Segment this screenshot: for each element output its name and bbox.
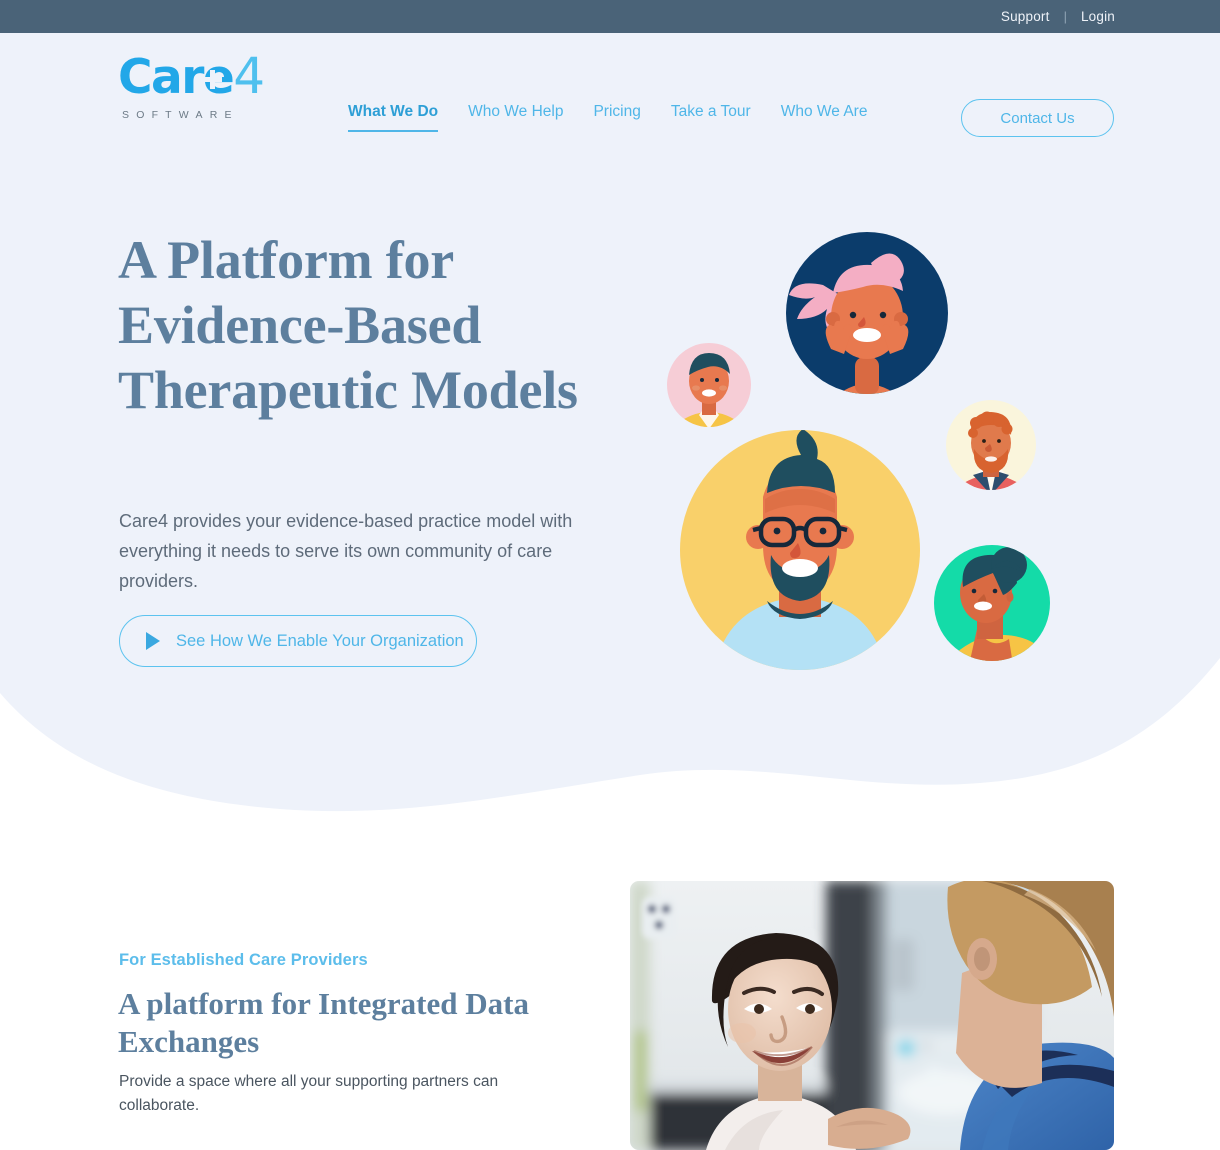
avatar-yellow-shirt-small <box>667 343 751 427</box>
hero-title: A Platform for Evidence-Based Therapeuti… <box>118 230 578 420</box>
avatar-pink-hair <box>786 232 948 394</box>
hero-cta-label: See How We Enable Your Organization <box>176 631 464 650</box>
section-body: Provide a space where all your supportin… <box>119 1073 499 1114</box>
logo-subtitle: SOFTWARE <box>122 109 239 121</box>
login-link[interactable]: Login <box>1081 9 1115 24</box>
plus-icon <box>203 70 222 89</box>
site-header: Care4 SOFTWARE What We Do Who We Help Pr… <box>0 33 1220 138</box>
hero-subtitle: Care4 provides your evidence-based pract… <box>119 511 573 591</box>
nav-item-what-we-do[interactable]: What We Do <box>348 103 439 132</box>
utility-separator: | <box>1063 9 1067 24</box>
landing-page: Support | Login Care4 SOFTWARE What We D… <box>0 0 1220 1150</box>
nav-item-who-we-help[interactable]: Who We Help <box>468 103 563 130</box>
avatar-glasses-beard <box>680 430 920 670</box>
logo-numeral: 4 <box>233 47 265 105</box>
section-title: A platform for Integrated Data Exchanges <box>118 986 529 1059</box>
avatar-cluster-illustration <box>655 225 1075 675</box>
hero-cta-button[interactable]: See How We Enable Your Organization <box>119 615 477 667</box>
support-link[interactable]: Support <box>1001 9 1050 24</box>
section-photo <box>630 881 1114 1150</box>
section-eyebrow: For Established Care Providers <box>119 951 368 969</box>
play-icon <box>146 632 160 650</box>
main-navigation: What We Do Who We Help Pricing Take a To… <box>348 103 867 132</box>
avatar-red-collar-beard <box>946 400 1036 490</box>
avatar-bun-teal <box>934 545 1050 661</box>
utility-bar: Support | Login <box>0 0 1220 33</box>
contact-us-button[interactable]: Contact Us <box>961 99 1114 137</box>
nav-item-who-we-are[interactable]: Who We Are <box>781 103 868 130</box>
logo-wordmark: Care4 <box>118 49 293 105</box>
nav-item-take-a-tour[interactable]: Take a Tour <box>671 103 751 130</box>
nav-item-pricing[interactable]: Pricing <box>593 103 640 130</box>
site-logo[interactable]: Care4 SOFTWARE <box>118 49 293 127</box>
